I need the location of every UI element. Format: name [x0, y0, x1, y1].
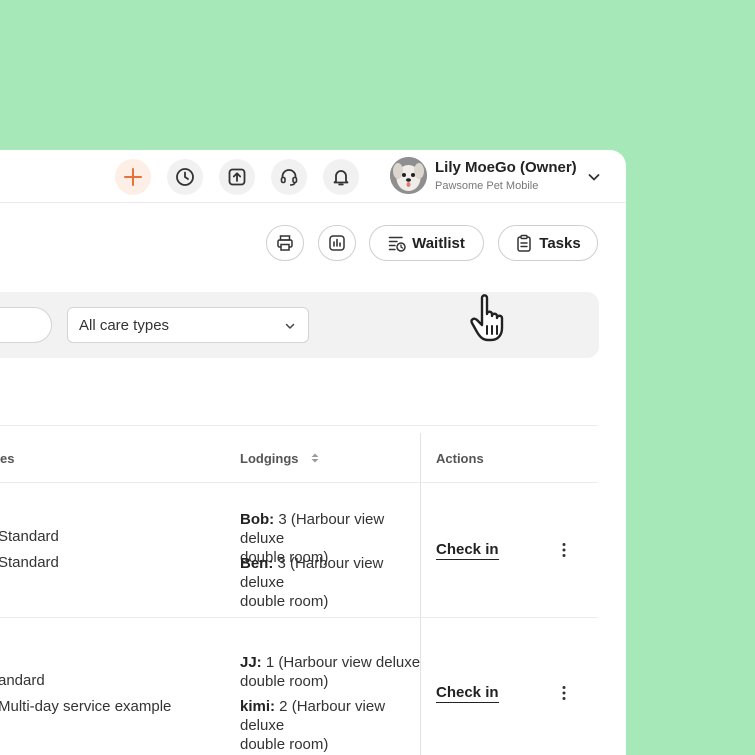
tasks-button[interactable]: Tasks	[498, 225, 598, 261]
pet-name: kimi:	[240, 698, 276, 715]
clipboard-icon	[517, 234, 532, 252]
notifications-button[interactable]	[323, 159, 359, 195]
print-button[interactable]	[266, 225, 304, 261]
search-input[interactable]	[0, 307, 52, 343]
upload-icon	[228, 168, 246, 186]
column-header-lodgings[interactable]: Lodgings	[240, 451, 320, 466]
row-1-lodging-2: Ben: 3 (Harbour view deluxe double room)	[240, 554, 422, 611]
chevron-down-icon[interactable]	[586, 169, 602, 185]
tasks-label: Tasks	[539, 234, 581, 252]
chart-icon	[329, 235, 345, 251]
waitlist-icon	[388, 236, 406, 252]
bell-icon	[333, 170, 349, 186]
more-options-icon[interactable]	[559, 685, 569, 701]
column-header-actions: Actions	[436, 451, 484, 466]
lodging-room: 1 (Harbour view deluxe	[261, 654, 421, 671]
avatar[interactable]	[390, 157, 427, 194]
table-top-divider	[0, 425, 598, 426]
report-button[interactable]	[318, 225, 356, 261]
care-type-value: All care types	[79, 317, 170, 334]
lodging-room-cont: double room)	[240, 673, 329, 690]
row-1-service-1: Standard	[0, 528, 59, 545]
support-button[interactable]	[271, 159, 307, 195]
business-name: Pawsome Pet Mobile	[435, 180, 539, 192]
waitlist-label: Waitlist	[412, 234, 465, 252]
row-2-service-1: andard	[0, 672, 45, 689]
printer-icon	[277, 235, 293, 251]
user-name: Lily MoeGo (Owner)	[435, 159, 577, 176]
row-1-service-2: Standard	[0, 554, 59, 571]
header-divider	[0, 482, 598, 483]
row-2-lodging-1: JJ: 1 (Harbour view deluxe double room)	[240, 653, 422, 691]
sort-icon[interactable]	[310, 452, 320, 464]
care-type-select[interactable]: All care types	[67, 307, 309, 343]
upload-button[interactable]	[219, 159, 255, 195]
row-divider	[0, 617, 598, 618]
row-2-check-in-link[interactable]: Check in	[436, 684, 499, 703]
column-header-services: es	[0, 451, 15, 466]
more-options-icon[interactable]	[559, 542, 569, 558]
row-1-check-in-link[interactable]: Check in	[436, 541, 499, 560]
pet-name: JJ:	[240, 654, 262, 671]
plus-icon	[124, 168, 142, 186]
row-2-lodging-2: kimi: 2 (Harbour view deluxe double room…	[240, 697, 422, 754]
clock-icon	[176, 168, 194, 186]
headset-icon	[280, 169, 298, 186]
lodgings-label: Lodgings	[240, 451, 299, 466]
lodging-room-cont: double room)	[240, 593, 329, 610]
pet-name: Ben:	[240, 555, 274, 572]
add-button[interactable]	[115, 159, 151, 195]
row-2-service-2: Multi-day service example	[0, 698, 172, 715]
history-button[interactable]	[167, 159, 203, 195]
main-panel: Lily MoeGo (Owner) Pawsome Pet Mobile Wa…	[0, 150, 626, 755]
lodging-room-cont: double room)	[240, 736, 329, 753]
chevron-down-icon	[285, 323, 295, 329]
waitlist-button[interactable]: Waitlist	[369, 225, 484, 261]
pet-name: Bob:	[240, 511, 275, 528]
top-bar: Lily MoeGo (Owner) Pawsome Pet Mobile	[0, 150, 626, 203]
hand-cursor-icon	[470, 294, 504, 342]
dog-avatar-icon	[390, 157, 427, 194]
